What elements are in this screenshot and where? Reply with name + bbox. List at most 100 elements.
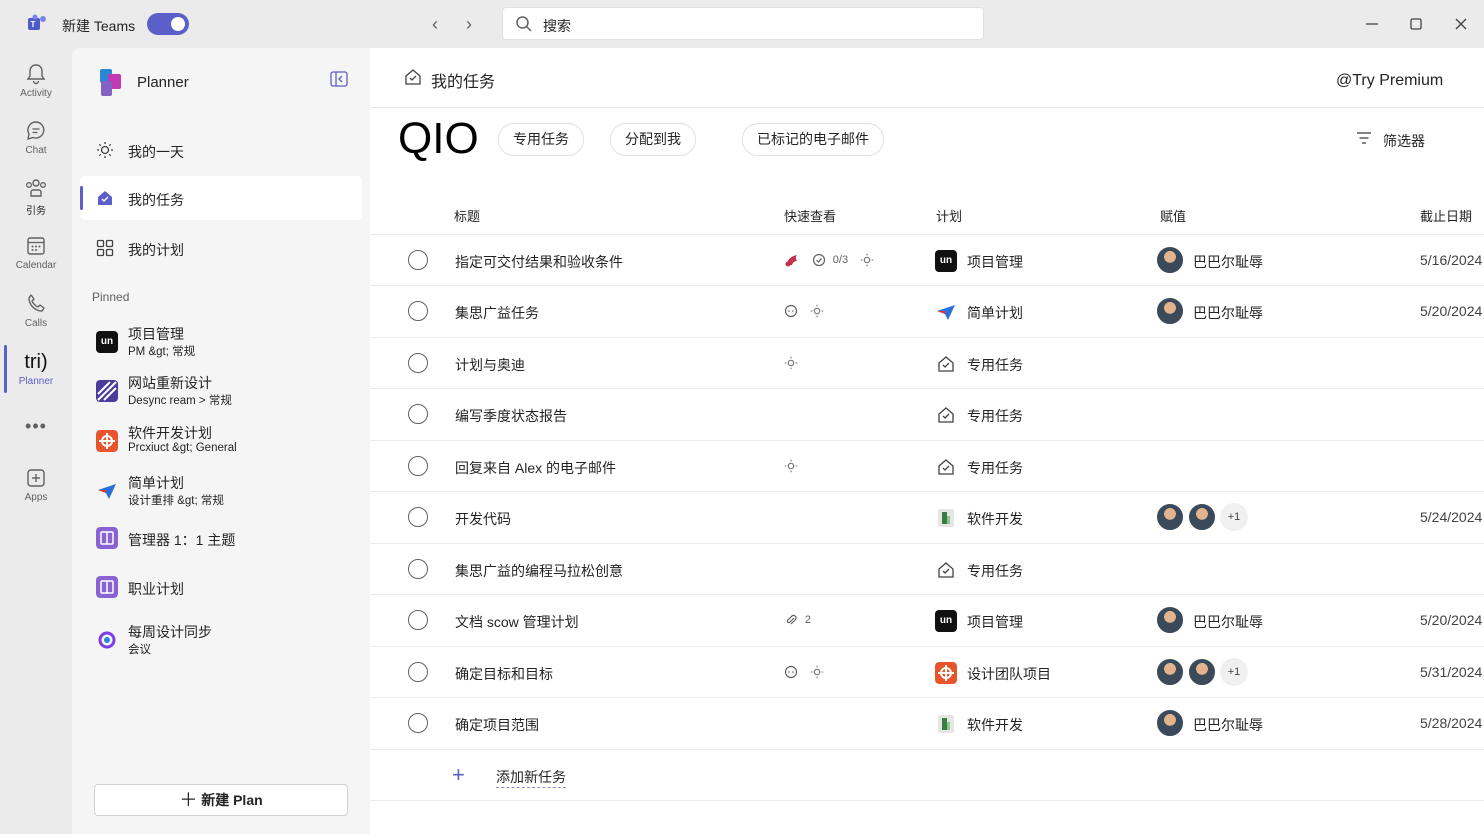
stripes-logo-icon	[96, 380, 118, 402]
app-rail: Activity Chat 引务 Calendar Calls tri) Pla…	[0, 48, 72, 834]
pinned-plan-weekly-sync[interactable]: 每周设计同步 会议	[96, 622, 356, 662]
plus-icon: ＋	[179, 790, 198, 810]
search-icon	[516, 16, 532, 32]
complete-checkbox[interactable]	[408, 559, 428, 579]
teams-logo-icon: T	[28, 14, 46, 30]
table-row[interactable]: 编写季度状态报告 专用任务	[370, 388, 1484, 439]
add-task-row[interactable]: + 添加新任务	[370, 749, 1484, 801]
table-row[interactable]: 集思广益任务 简单计划 巴巴尔耻辱 5/20/2024	[370, 285, 1484, 336]
avatar	[1156, 246, 1184, 274]
home-check-outline-icon	[938, 356, 954, 372]
table-row[interactable]: 集思广益的编程马拉松创意 专用任务	[370, 543, 1484, 594]
phone-icon	[28, 294, 45, 312]
quick-view	[784, 663, 832, 683]
nav-my-day[interactable]: 我的一天	[80, 128, 362, 172]
add-task-label[interactable]: 添加新任务	[496, 767, 566, 788]
try-premium-link[interactable]: @Try Premium	[1336, 72, 1443, 90]
big-heading: QIO	[398, 114, 479, 163]
pinned-plan-simple-plan[interactable]: 简单计划 设计重排 &gt; 常规	[96, 473, 356, 513]
complete-checkbox[interactable]	[408, 507, 428, 527]
maximize-icon[interactable]	[1404, 12, 1428, 36]
complete-checkbox[interactable]	[408, 353, 428, 373]
pinned-plan-career[interactable]: 职业计划	[96, 569, 356, 609]
column-header-title[interactable]: 标题	[454, 206, 480, 225]
complete-checkbox[interactable]	[408, 404, 428, 424]
rail-activity[interactable]: Activity	[0, 62, 72, 118]
column-header-plan[interactable]: 计划	[936, 206, 962, 225]
new-plan-label: 新建 Plan	[201, 792, 263, 808]
task-title[interactable]: 文档 scow 管理计划	[455, 612, 579, 632]
back-icon[interactable]: ‹	[423, 12, 447, 36]
collapse-sidebar-icon[interactable]	[330, 71, 348, 87]
table-row[interactable]: 计划与奥迪 专用任务	[370, 337, 1484, 388]
task-title[interactable]: 集思广益任务	[455, 303, 539, 323]
table-row[interactable]: 文档 scow 管理计划 2 un 项目管理 巴巴尔耻辱 5/20/2024	[370, 594, 1484, 645]
complete-checkbox[interactable]	[408, 250, 428, 270]
paper-plane-icon	[98, 484, 116, 499]
column-header-quick-view[interactable]: 快速查看	[784, 206, 836, 225]
pinned-plan-software-dev[interactable]: 软件开发计划 Prcxiuct &gt; General	[96, 423, 356, 463]
search-input[interactable]: 搜索	[502, 7, 984, 40]
pinned-plan-manager-1on1[interactable]: 管理器 1：1 主题	[96, 520, 356, 560]
pill-flagged-email[interactable]: 已标记的电子邮件	[742, 123, 884, 156]
complete-checkbox[interactable]	[408, 456, 428, 476]
quick-view: 2	[784, 611, 819, 631]
complete-checkbox[interactable]	[408, 713, 428, 733]
rail-planner[interactable]: tri) Planner	[0, 350, 72, 406]
urgent-icon	[785, 255, 797, 267]
table-row[interactable]: 开发代码 软件开发 +1 5/24/2024	[370, 491, 1484, 542]
rail-chat[interactable]: Chat	[0, 119, 72, 175]
svg-text:T: T	[31, 20, 36, 29]
task-title[interactable]: 开发代码	[455, 509, 511, 529]
software-dev-logo-icon	[938, 509, 954, 527]
table-row[interactable]: 指定可交付结果和验收条件 0/3 un 项目管理 巴巴尔耻辱 5/16/2024	[370, 234, 1484, 285]
task-title[interactable]: 回复来自 Alex 的电子邮件	[455, 458, 616, 478]
loop-logo-icon	[98, 631, 116, 649]
avatar	[1156, 709, 1184, 737]
nav-my-tasks[interactable]: 我的任务	[80, 176, 362, 220]
filter-button[interactable]: 筛选器	[1356, 131, 1425, 149]
new-teams-toggle[interactable]	[147, 13, 189, 35]
new-plan-button[interactable]: ＋ 新建 Plan	[94, 784, 348, 816]
due-date: 5/20/2024	[1420, 303, 1483, 319]
rail-calls[interactable]: Calls	[0, 292, 72, 348]
complete-checkbox[interactable]	[408, 610, 428, 630]
assignee-avatars	[1156, 606, 1184, 636]
plan-logo-icon: un	[935, 610, 957, 632]
task-title[interactable]: 确定目标和目标	[455, 664, 553, 684]
add-icon: +	[452, 762, 465, 787]
task-title[interactable]: 确定项目范围	[455, 715, 539, 735]
close-icon[interactable]	[1449, 12, 1473, 36]
rail-apps[interactable]: Apps	[0, 466, 72, 522]
complete-checkbox[interactable]	[408, 301, 428, 321]
attachment-icon	[786, 615, 797, 625]
task-title[interactable]: 计划与奥迪	[455, 355, 525, 375]
rail-calendar[interactable]: Calendar	[0, 234, 72, 290]
grid-icon	[96, 239, 114, 257]
pinned-plan-project-management[interactable]: un 项目管理 PM &gt; 常规	[96, 324, 356, 364]
minimize-icon[interactable]	[1360, 12, 1384, 36]
column-header-assigned[interactable]: 赋值	[1160, 206, 1186, 225]
pill-assigned-to-me[interactable]: 分配到我	[610, 123, 696, 156]
table-row[interactable]: 回复来自 Alex 的电子邮件 专用任务	[370, 440, 1484, 491]
forward-icon[interactable]: ›	[457, 12, 481, 36]
task-title[interactable]: 指定可交付结果和验收条件	[455, 252, 623, 272]
table-row[interactable]: 确定目标和目标 设计团队项目 +1 5/31/2024	[370, 646, 1484, 697]
pinned-plan-website-redesign[interactable]: 网站重新设计 Desync ream > 常规	[96, 373, 356, 413]
plan-name: 专用任务	[967, 563, 1023, 579]
table-row[interactable]: 确定项目范围 软件开发 巴巴尔耻辱 5/28/2024	[370, 697, 1484, 748]
plan-logo-icon: un	[96, 331, 118, 353]
more-apps-icon[interactable]: •••	[0, 416, 72, 440]
complete-checkbox[interactable]	[408, 662, 428, 682]
nav-my-plans[interactable]: 我的计划	[80, 226, 362, 270]
column-header-due-date[interactable]: 截止日期	[1420, 206, 1472, 225]
assignee-name: 巴巴尔耻辱	[1193, 614, 1263, 630]
main-panel: 我的任务 @Try Premium QIO 专用任务 分配到我 已标记的电子邮件…	[370, 48, 1484, 834]
pinned-title: 项目管理	[128, 326, 184, 342]
pill-private-tasks[interactable]: 专用任务	[498, 123, 584, 156]
rail-teams[interactable]: 引务	[0, 176, 72, 232]
pinned-subtitle: Prcxiuct &gt; General	[128, 442, 237, 454]
task-title[interactable]: 集思广益的编程马拉松创意	[455, 561, 623, 581]
task-title[interactable]: 编写季度状态报告	[455, 406, 567, 426]
sun-icon	[784, 357, 798, 370]
